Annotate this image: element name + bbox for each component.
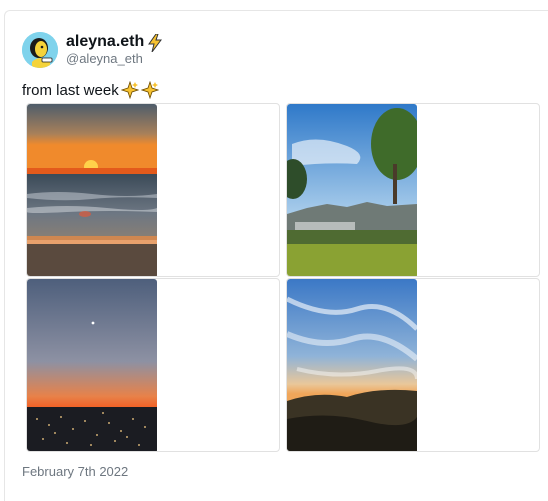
tweet-header: aleyna.eth @aleyna_eth: [22, 30, 163, 70]
media-cell-2[interactable]: [286, 103, 540, 277]
sparkles-icon: [120, 80, 139, 100]
tweet-text: from last week: [22, 80, 159, 100]
wispy-clouds-sunset-photo[interactable]: [287, 279, 417, 451]
avatar[interactable]: [22, 32, 58, 68]
media-cell-3[interactable]: [26, 278, 280, 452]
hollywood-hills-park-photo[interactable]: [287, 104, 417, 276]
city-lights-twilight-photo[interactable]: [27, 279, 157, 451]
avatar-illustration-icon: [22, 32, 58, 68]
tweet-date[interactable]: February 7th 2022: [22, 464, 128, 479]
display-name[interactable]: aleyna.eth: [66, 33, 144, 51]
lightning-bolt-icon: [148, 33, 163, 52]
media-cell-4[interactable]: [286, 278, 540, 452]
sparkles-icon: [140, 80, 159, 100]
tweet-body: from last week: [22, 81, 119, 99]
sunset-over-ocean-photo[interactable]: [27, 104, 157, 276]
user-handle[interactable]: @aleyna_eth: [66, 51, 162, 67]
media-grid: [26, 103, 540, 453]
media-cell-1[interactable]: [26, 103, 280, 277]
